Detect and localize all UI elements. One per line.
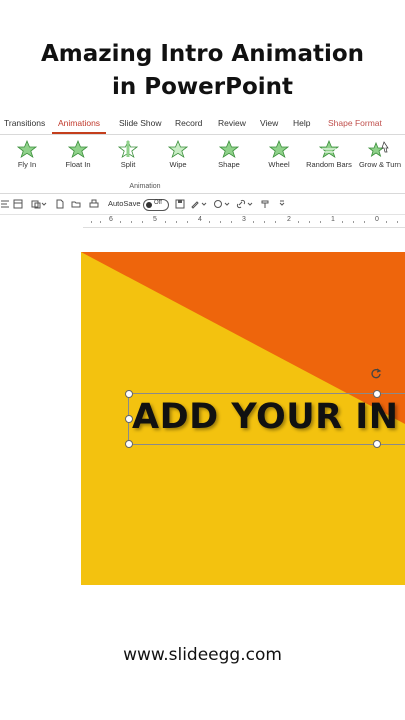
- split-star-icon: [118, 140, 138, 158]
- effect-shape[interactable]: Shape: [204, 140, 254, 169]
- slide-title-text[interactable]: ADD YOUR IN: [132, 394, 399, 440]
- effect-label: Grow & Turn: [358, 160, 402, 169]
- grow-turn-star-icon: [367, 141, 389, 157]
- tab-transitions[interactable]: Transitions: [4, 118, 45, 128]
- video-headline: Amazing Intro Animation in PowerPoint: [0, 38, 405, 104]
- customize-toolbar-icon[interactable]: [279, 199, 285, 209]
- ruler-tick: [353, 221, 354, 223]
- format-painter-icon[interactable]: [260, 199, 270, 209]
- slide-canvas[interactable]: ADD YOUR IN: [81, 252, 405, 585]
- effect-wipe[interactable]: Wipe: [153, 140, 203, 169]
- star-icon: [219, 140, 239, 158]
- ruler-tick: [142, 221, 143, 223]
- effect-label: Shape: [218, 160, 240, 169]
- effect-label: Float In: [65, 160, 91, 169]
- ruler-tick: [397, 221, 398, 223]
- ruler-tick: [320, 221, 321, 223]
- ruler-tick: [386, 221, 387, 223]
- ruler-tick: [298, 221, 299, 223]
- effect-label: Split: [120, 160, 136, 169]
- link-icon[interactable]: [236, 199, 246, 209]
- arrange-icon[interactable]: [31, 199, 41, 209]
- ruler-number: 3: [242, 216, 246, 223]
- ribbon-tab-bar: Transitions Animations Slide Show Record…: [0, 116, 405, 135]
- pen-icon[interactable]: [190, 199, 200, 209]
- effect-label: Wipe: [169, 160, 187, 169]
- save-icon[interactable]: [175, 199, 185, 209]
- chevron-down-icon[interactable]: [224, 199, 230, 209]
- star-icon: [17, 140, 37, 158]
- ruler-number: 2: [287, 216, 291, 223]
- effect-split[interactable]: Split: [103, 140, 153, 169]
- wheel-star-icon: [269, 140, 289, 158]
- effect-grow-and-turn[interactable]: Grow & Turn: [355, 140, 405, 169]
- effect-random-bars[interactable]: Random Bars: [304, 140, 354, 169]
- effect-fly-in[interactable]: Fly In: [2, 140, 52, 169]
- quick-access-toolbar: AutoSave Off: [0, 196, 405, 215]
- ruler-tick: [176, 221, 177, 223]
- tab-shape-format[interactable]: Shape Format: [328, 118, 382, 128]
- ruler-tick: [309, 221, 310, 223]
- tab-help[interactable]: Help: [293, 118, 310, 128]
- toggle-state: Off: [154, 200, 162, 206]
- effect-label: Random Bars: [306, 160, 352, 169]
- tab-animations[interactable]: Animations: [51, 118, 107, 134]
- resize-handle-top-middle[interactable]: [373, 390, 381, 398]
- layout-icon[interactable]: [13, 199, 23, 209]
- ruler-tick: [187, 221, 188, 223]
- chevron-down-icon[interactable]: [247, 199, 253, 209]
- ruler-number: 0: [375, 216, 379, 223]
- wipe-star-icon: [168, 140, 188, 158]
- ruler-number: 1: [331, 216, 335, 223]
- resize-handle-top-left[interactable]: [125, 390, 133, 398]
- tab-record[interactable]: Record: [175, 118, 202, 128]
- website-footer: www.slideegg.com: [123, 645, 282, 665]
- toggle-knob: [146, 202, 152, 208]
- tab-review[interactable]: Review: [218, 118, 246, 128]
- resize-handle-middle-left[interactable]: [125, 415, 133, 423]
- align-icon[interactable]: [0, 199, 10, 209]
- tab-slide-show[interactable]: Slide Show: [119, 118, 162, 128]
- ruler-tick: [100, 221, 101, 223]
- ruler-tick: [253, 221, 254, 223]
- ruler-tick: [231, 221, 232, 223]
- ruler-number: 4: [198, 216, 202, 223]
- effect-label: Wheel: [268, 160, 290, 169]
- random-bars-star-icon: [319, 140, 339, 158]
- ruler-tick: [165, 221, 166, 223]
- ribbon-group-label: Animation: [129, 183, 161, 190]
- ribbon-divider: [0, 193, 405, 194]
- ruler-tick: [131, 221, 132, 223]
- ruler-number: 5: [153, 216, 157, 223]
- star-icon: [68, 140, 88, 158]
- ruler-tick: [364, 221, 365, 223]
- shape-fill-icon[interactable]: [213, 199, 223, 209]
- ruler-tick: [220, 221, 221, 223]
- effect-wheel[interactable]: Wheel: [254, 140, 304, 169]
- effect-label: Fly In: [17, 160, 37, 169]
- autosave-label: AutoSave: [108, 199, 141, 208]
- animation-gallery: Fly In Float In Split Wipe Shape Wheel R…: [0, 136, 405, 180]
- autosave-toggle[interactable]: Off: [143, 199, 169, 211]
- headline-line-1: Amazing Intro Animation: [40, 41, 365, 67]
- open-folder-icon[interactable]: [71, 199, 81, 209]
- ruler-tick: [120, 221, 121, 223]
- print-icon[interactable]: [89, 199, 99, 209]
- effect-float-in[interactable]: Float In: [53, 140, 103, 169]
- ruler-tick: [91, 221, 92, 223]
- chevron-down-icon[interactable]: [201, 199, 207, 209]
- rotate-handle-icon[interactable]: [370, 367, 382, 379]
- chevron-down-icon[interactable]: [41, 199, 47, 209]
- headline-line-2: in PowerPoint: [111, 74, 294, 100]
- ruler-tick: [264, 221, 265, 223]
- tab-view[interactable]: View: [260, 118, 278, 128]
- new-file-icon[interactable]: [55, 199, 65, 209]
- resize-handle-bottom-middle[interactable]: [373, 440, 381, 448]
- resize-handle-bottom-left[interactable]: [125, 440, 133, 448]
- ruler-number: 6: [109, 216, 113, 223]
- ruler-tick: [342, 221, 343, 223]
- horizontal-ruler: 6 5 4 3 2 1 0: [83, 216, 405, 228]
- ruler-tick: [209, 221, 210, 223]
- ruler-tick: [275, 221, 276, 223]
